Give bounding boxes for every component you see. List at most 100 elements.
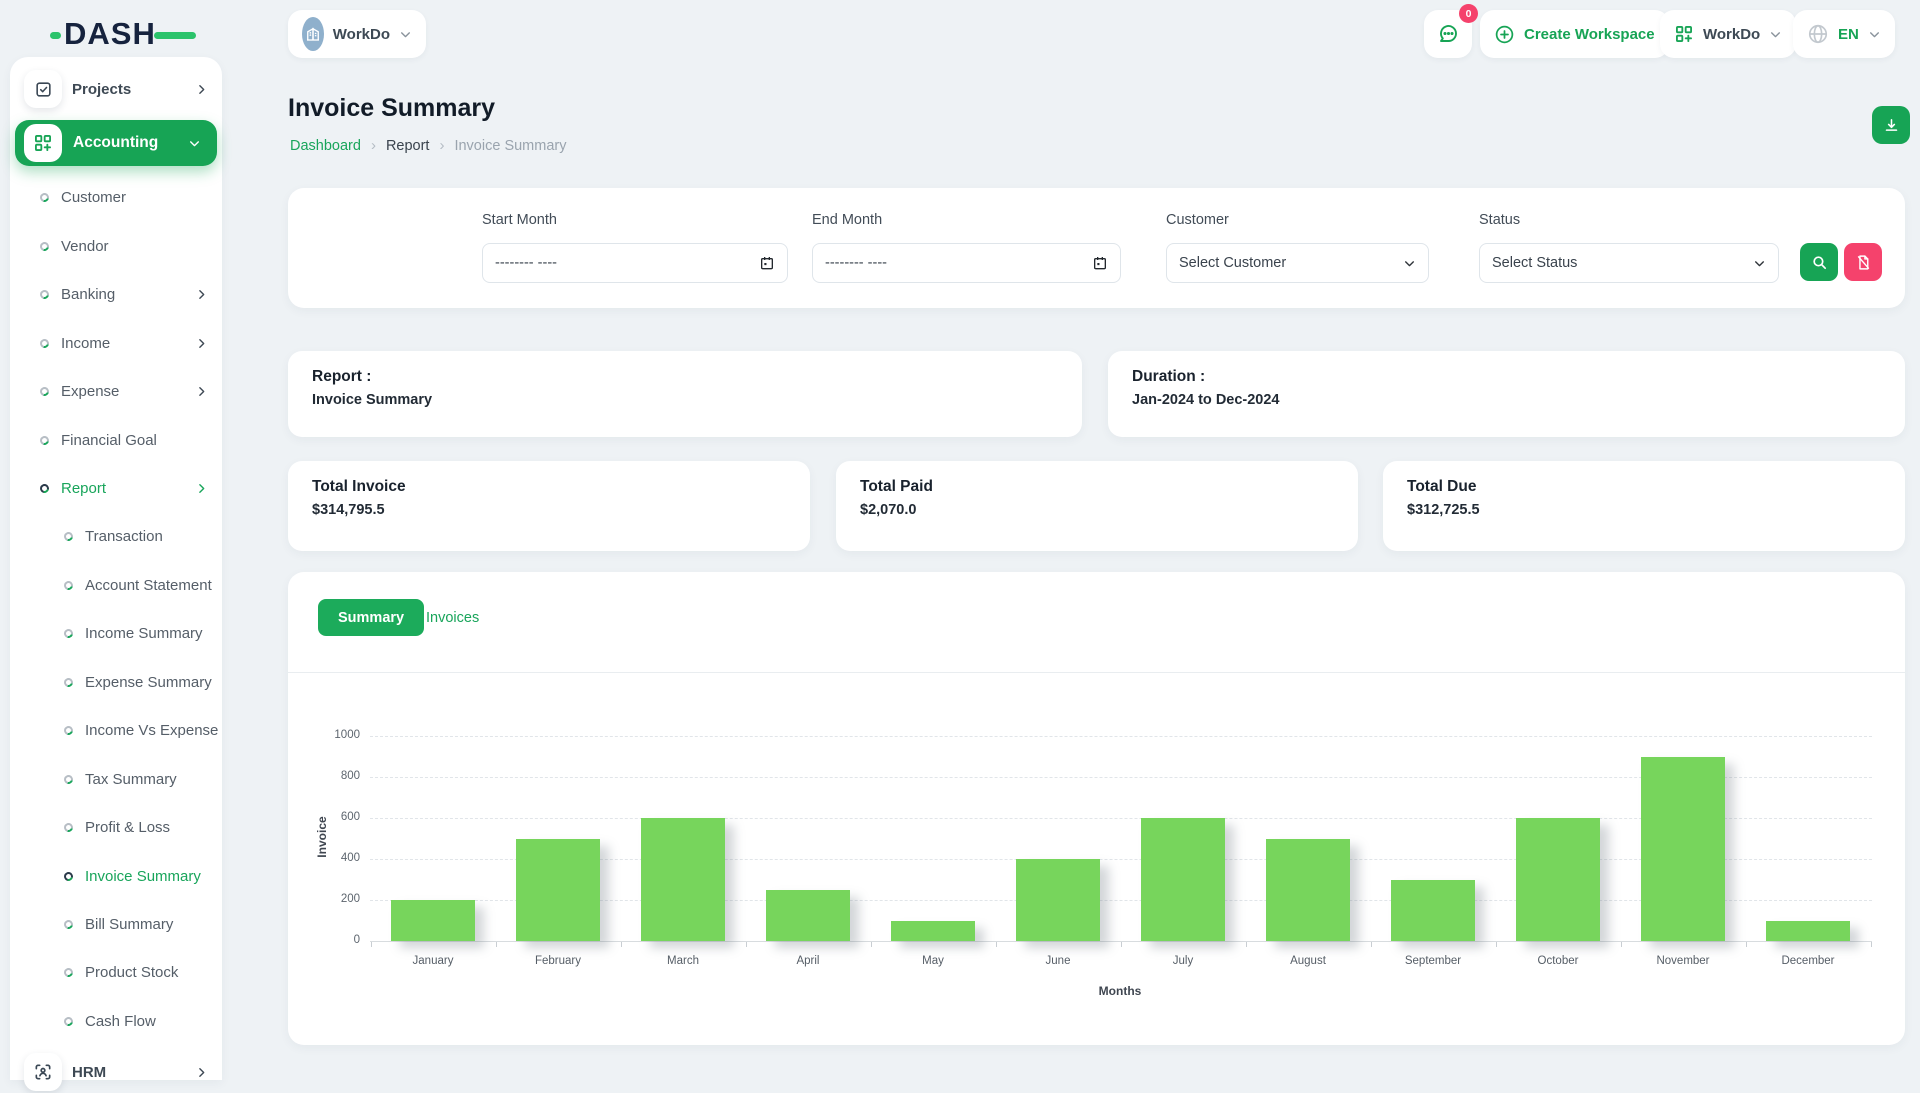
- chart-bar-november[interactable]: [1641, 757, 1725, 942]
- chart-x-tick-label: August: [1253, 955, 1363, 967]
- sidebar-item-income-summary[interactable]: Income Summary: [10, 612, 222, 654]
- chart-bar-september[interactable]: [1391, 880, 1475, 942]
- chevron-right-icon: [195, 385, 208, 398]
- chart-y-tick-label: 0: [312, 934, 360, 946]
- chart-x-tick-mark: [1496, 942, 1497, 947]
- duration-card-value: Jan-2024 to Dec-2024: [1132, 392, 1280, 408]
- chart-bar-october[interactable]: [1516, 818, 1600, 941]
- sidebar-item-report[interactable]: Report: [10, 467, 222, 509]
- chart-y-tick-label: 1000: [312, 729, 360, 741]
- chart-x-tick-mark: [1371, 942, 1372, 947]
- chart-bar-january[interactable]: [391, 900, 475, 941]
- chart-x-tick-mark: [621, 942, 622, 947]
- sidebar-item-bill-summary[interactable]: Bill Summary: [10, 903, 222, 945]
- bullet-icon: [62, 870, 74, 882]
- sidebar-item-product-stock[interactable]: Product Stock: [10, 951, 222, 993]
- chevron-right-icon: [195, 482, 208, 495]
- sidebar-item-expense-summary[interactable]: Expense Summary: [10, 661, 222, 703]
- sidebar-item-tax-summary-label: Tax Summary: [85, 771, 177, 788]
- stat-value: $312,725.5: [1407, 502, 1480, 518]
- sidebar-item-financial-goal-label: Financial Goal: [61, 432, 157, 449]
- bullet-icon: [38, 482, 50, 494]
- sidebar-item-banking-label: Banking: [61, 286, 115, 303]
- bullet-icon: [62, 676, 74, 688]
- customer-select[interactable]: Select Customer: [1166, 243, 1429, 283]
- workspace-switcher[interactable]: WorkDo: [288, 10, 426, 58]
- sidebar-item-banking[interactable]: Banking: [10, 273, 222, 315]
- sidebar-item-expense-summary-label: Expense Summary: [85, 674, 212, 691]
- sidebar-item-transaction[interactable]: Transaction: [10, 515, 222, 557]
- language-selector[interactable]: EN: [1793, 10, 1895, 58]
- sidebar-item-invoice-summary[interactable]: Invoice Summary: [10, 855, 222, 897]
- chart-x-tick-label: December: [1753, 955, 1863, 967]
- page-title: Invoice Summary: [288, 94, 495, 123]
- chart-bar-december[interactable]: [1766, 921, 1850, 942]
- end-month-value: -------- ----: [825, 255, 1092, 271]
- apply-filter-button[interactable]: [1800, 243, 1838, 281]
- chart-bar-march[interactable]: [641, 818, 725, 941]
- end-month-input[interactable]: -------- ----: [812, 243, 1121, 283]
- chevron-down-icon: [1753, 257, 1766, 270]
- sidebar-item-expense[interactable]: Expense: [10, 370, 222, 412]
- sidebar-item-bill-summary-label: Bill Summary: [85, 916, 173, 933]
- bullet-icon: [38, 240, 50, 252]
- messages-button[interactable]: 0: [1424, 10, 1472, 58]
- chart-x-tick-label: March: [628, 955, 738, 967]
- chart-bar-may[interactable]: [891, 921, 975, 942]
- chart-bar-february[interactable]: [516, 839, 600, 942]
- sidebar-item-income-vs-expense[interactable]: Income Vs Expense: [10, 709, 222, 751]
- chevron-right-icon: [195, 337, 208, 350]
- chart-x-tick-mark: [371, 942, 372, 947]
- chevron-down-icon: [1769, 28, 1782, 41]
- create-workspace-button[interactable]: Create Workspace: [1480, 10, 1669, 58]
- sidebar-item-profit-and-loss[interactable]: Profit & Loss: [10, 806, 222, 848]
- workspace-menu-label: WorkDo: [1703, 26, 1760, 43]
- checkbox-icon: [24, 70, 62, 108]
- sidebar-item-income-summary-label: Income Summary: [85, 625, 203, 642]
- chart-x-tick-mark: [1121, 942, 1122, 947]
- sidebar-item-hrm[interactable]: HRM: [10, 1051, 222, 1093]
- start-month-input[interactable]: -------- ----: [482, 243, 788, 283]
- app-logo: DASH: [64, 16, 214, 54]
- bullet-icon: [62, 966, 74, 978]
- duration-card-title: Duration :: [1132, 368, 1205, 386]
- sidebar-item-cash-flow[interactable]: Cash Flow: [10, 1000, 222, 1042]
- breadcrumb-dashboard[interactable]: Dashboard: [290, 138, 361, 154]
- status-select[interactable]: Select Status: [1479, 243, 1779, 283]
- sidebar-item-financial-goal[interactable]: Financial Goal: [10, 419, 222, 461]
- chart-x-tick-mark: [871, 942, 872, 947]
- chart-bar-april[interactable]: [766, 890, 850, 941]
- sidebar-item-tax-summary[interactable]: Tax Summary: [10, 758, 222, 800]
- chevron-down-icon: [188, 137, 201, 150]
- workspace-avatar: [302, 17, 324, 51]
- sidebar-item-vendor[interactable]: Vendor: [10, 225, 222, 267]
- sidebar-item-accounting[interactable]: Accounting: [15, 120, 217, 166]
- chart-bar-august[interactable]: [1266, 839, 1350, 942]
- sidebar-item-customer[interactable]: Customer: [10, 176, 222, 218]
- download-report-button[interactable]: [1872, 106, 1910, 144]
- status-select-value: Select Status: [1492, 255, 1753, 271]
- workspace-menu-button[interactable]: WorkDo: [1660, 10, 1796, 58]
- reset-filter-button[interactable]: [1844, 243, 1882, 281]
- sidebar-item-product-stock-label: Product Stock: [85, 964, 178, 981]
- sidebar-item-account-statement[interactable]: Account Statement: [10, 564, 222, 606]
- breadcrumb-separator: ›: [439, 137, 444, 154]
- sidebar-item-profit-and-loss-label: Profit & Loss: [85, 819, 170, 836]
- bullet-icon: [62, 1015, 74, 1027]
- chart-y-tick-label: 400: [312, 852, 360, 864]
- hrm-icon: [24, 1053, 62, 1091]
- customer-select-value: Select Customer: [1179, 255, 1403, 271]
- chart-x-tick-mark: [1246, 942, 1247, 947]
- stat-label: Total Paid: [860, 478, 933, 496]
- workspace-switcher-label: WorkDo: [333, 26, 390, 43]
- sidebar-item-projects[interactable]: Projects: [10, 68, 222, 110]
- calendar-icon: [1092, 255, 1108, 271]
- bullet-icon: [38, 337, 50, 349]
- sidebar-item-income[interactable]: Income: [10, 322, 222, 364]
- sidebar-item-account-statement-label: Account Statement: [85, 577, 212, 594]
- breadcrumb: Dashboard›Report›Invoice Summary: [290, 137, 566, 154]
- chart-bar-june[interactable]: [1016, 859, 1100, 941]
- chart-bar-july[interactable]: [1141, 818, 1225, 941]
- chart-x-tick-label: May: [878, 955, 988, 967]
- start-month-label: Start Month: [482, 212, 557, 228]
